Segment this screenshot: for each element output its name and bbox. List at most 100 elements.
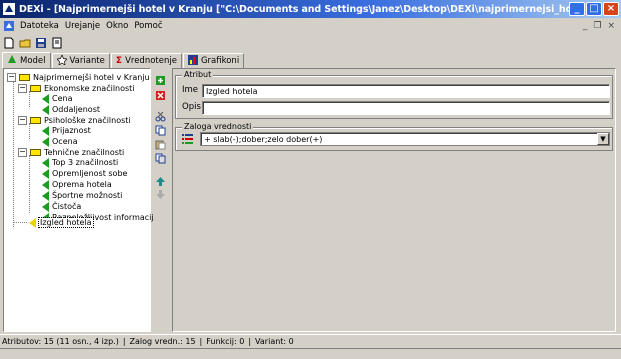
duplicate-icon[interactable] (154, 152, 166, 164)
leaf-icon (42, 157, 49, 168)
leaf-icon (42, 201, 49, 212)
tree-leaf-label: Oddaljenost (52, 105, 100, 114)
menu-urejanje[interactable]: Urejanje (62, 21, 103, 31)
scale-select[interactable]: + slab(-);dober;zelo dober(+) ▼ (200, 132, 610, 146)
minimize-button[interactable]: _ (569, 2, 585, 16)
folder-icon (30, 149, 41, 156)
leaf-icon (42, 93, 49, 104)
leaf-icon (42, 179, 49, 190)
tree-icon (7, 54, 17, 67)
tree-root-label: Najprimernejši hotel v Kranju (33, 73, 150, 82)
print-icon[interactable] (50, 36, 64, 50)
save-icon[interactable] (34, 36, 48, 50)
tree-leaf-prijaznost[interactable]: Prijaznost (42, 125, 91, 136)
scale-value: + slab(-);dober;zelo dober(+) (204, 134, 323, 144)
tab-model-label: Model (20, 55, 46, 66)
tab-strip: Model Variante Σ Vrednotenje Grafikoni (2, 52, 245, 68)
tree-leaf-label: Top 3 značilnosti (52, 158, 119, 167)
name-label: Ime (182, 85, 199, 95)
document-icon[interactable] (3, 20, 15, 32)
description-label: Opis (182, 102, 201, 112)
tree-root[interactable]: − Najprimernejši hotel v Kranju (7, 72, 150, 83)
move-down-icon[interactable] (154, 188, 166, 200)
tree-leaf-cena[interactable]: Cena (42, 93, 72, 104)
tree-leaf-label: Čistoča (52, 202, 82, 211)
move-up-icon[interactable] (154, 175, 166, 187)
chart-icon (187, 54, 198, 68)
attribute-group-label: Atribut (182, 70, 214, 79)
scale-list-icon[interactable] (182, 133, 193, 147)
app-icon (2, 2, 16, 16)
sigma-icon: Σ (115, 56, 123, 66)
menu-okno[interactable]: Okno (103, 21, 131, 31)
tab-variante-label: Variante (69, 56, 105, 66)
description-input[interactable] (202, 101, 610, 115)
new-file-icon[interactable] (2, 36, 16, 50)
scale-group: Zaloga vrednosti + slab(-);dober;zelo do… (175, 122, 613, 151)
model-tree[interactable]: − Najprimernejši hotel v Kranju − Ekonom… (3, 68, 154, 332)
menu-datoteka[interactable]: Datoteka (17, 21, 62, 31)
tree-node-label: Ekonomske značilnosti (44, 84, 135, 93)
mdi-minimize-button[interactable]: _ (583, 21, 588, 31)
close-button[interactable]: × (603, 2, 619, 16)
status-bar: Atributov: 15 (11 osn., 4 izp.) | Zalog … (0, 334, 621, 347)
collapse-icon[interactable]: − (7, 73, 16, 82)
folder-icon (30, 117, 41, 124)
leaf-icon (42, 125, 49, 136)
menu-pomoc[interactable]: Pomoč (131, 21, 165, 31)
menu-bar: Datoteka Urejanje Okno Pomoč _ ❐ × (0, 18, 621, 33)
add-node-icon[interactable] (154, 74, 166, 86)
tree-leaf-label: Ocena (52, 137, 78, 146)
tab-model[interactable]: Model (2, 52, 51, 68)
tree-leaf-izgled[interactable]: Izgled hotela (29, 217, 94, 228)
toolbar (2, 35, 64, 51)
tree-leaf-ocena[interactable]: Ocena (42, 136, 78, 147)
tree-leaf-label: Prijaznost (52, 126, 91, 135)
tree-node-label: Tehnične značilnosti (44, 148, 125, 157)
tree-node-ekonomske[interactable]: − Ekonomske značilnosti (18, 83, 135, 94)
collapse-icon[interactable]: − (18, 116, 27, 125)
tab-grafikoni-label: Grafikoni (200, 56, 240, 66)
delete-node-icon[interactable] (154, 89, 166, 101)
copy-icon[interactable] (154, 124, 166, 136)
mdi-restore-button[interactable]: ❐ (593, 21, 601, 31)
mdi-close-button[interactable]: × (607, 21, 615, 31)
tree-leaf-label: Opremljenost sobe (52, 169, 128, 178)
paste-icon[interactable] (154, 138, 166, 150)
status-functions: Funkcij: 0 (206, 336, 245, 346)
tree-leaf-label: Oprema hotela (52, 180, 112, 189)
leaf-icon (29, 217, 36, 228)
collapse-icon[interactable]: − (18, 148, 27, 157)
leaf-icon (42, 104, 49, 115)
tree-leaf-cistoca[interactable]: Čistoča (42, 201, 81, 212)
folder-icon (30, 85, 41, 92)
name-input[interactable] (202, 84, 610, 98)
properties-panel: Atribut Ime Opis Zaloga vrednosti + slab… (172, 68, 616, 332)
attribute-group: Atribut Ime Opis (175, 70, 613, 119)
status-scales: Zalog vredn.: 15 (129, 336, 196, 346)
tree-leaf-label: Športne možnosti (52, 191, 123, 200)
tree-leaf-oprema[interactable]: Oprema hotela (42, 179, 112, 190)
tree-leaf-sportne[interactable]: Športne možnosti (42, 190, 122, 201)
tab-variante[interactable]: Variante (51, 53, 110, 68)
cut-icon[interactable] (154, 110, 166, 122)
tab-vrednotenje[interactable]: Σ Vrednotenje (110, 53, 182, 68)
maximize-button[interactable]: □ (586, 2, 602, 16)
status-variants: Variant: 0 (255, 336, 294, 346)
tree-leaf-top3[interactable]: Top 3 značilnosti (42, 157, 118, 168)
scale-group-label: Zaloga vrednosti (182, 122, 254, 131)
folder-icon (19, 74, 30, 81)
window-title: DEXi - [Najprimernejši hotel v Kranju ["… (19, 3, 569, 15)
tab-grafikoni[interactable]: Grafikoni (182, 53, 245, 68)
dropdown-arrow-icon[interactable]: ▼ (597, 133, 609, 145)
tab-vrednotenje-label: Vrednotenje (125, 56, 177, 66)
star-icon (55, 53, 68, 68)
tree-leaf-opremljenost[interactable]: Opremljenost sobe (42, 168, 127, 179)
bottom-strip (0, 348, 621, 359)
tree-leaf-oddaljenost[interactable]: Oddaljenost (42, 104, 100, 115)
collapse-icon[interactable]: − (18, 84, 27, 93)
tree-leaf-label-selected: Izgled hotela (38, 217, 94, 228)
leaf-icon (42, 136, 49, 147)
open-folder-icon[interactable] (18, 36, 32, 50)
leaf-icon (42, 190, 49, 201)
